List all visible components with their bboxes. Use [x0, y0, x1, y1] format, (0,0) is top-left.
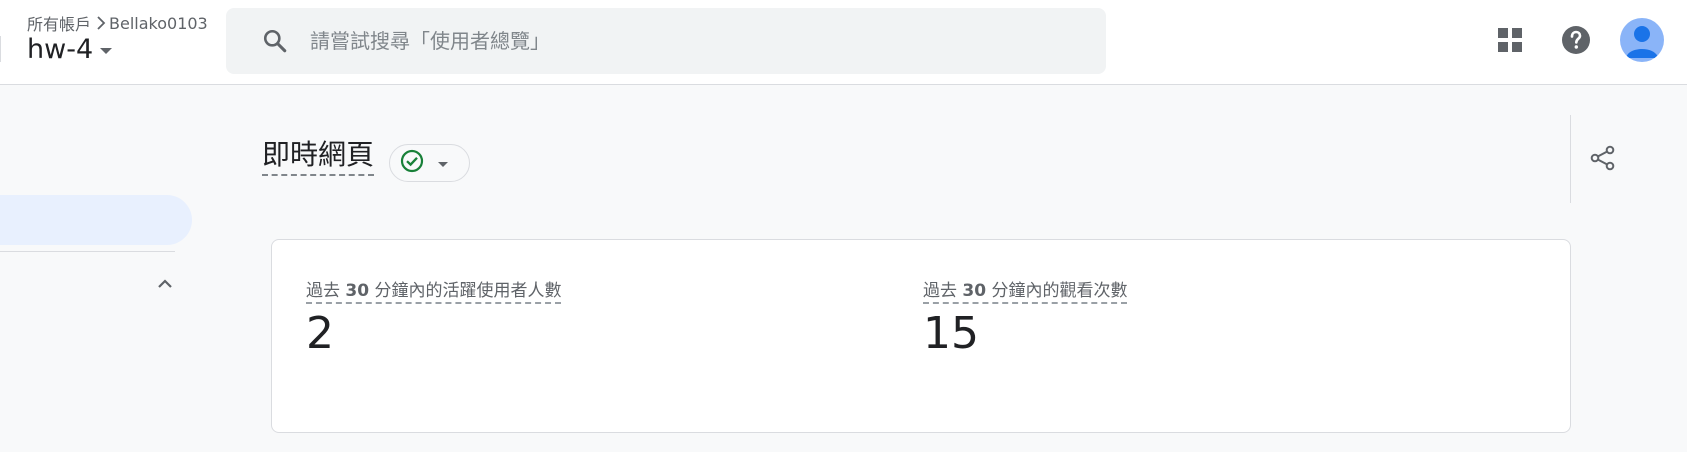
breadcrumb[interactable]: 所有帳戶 Bellako0103 [27, 11, 208, 35]
property-name: hw-4 [27, 34, 94, 65]
views-label[interactable]: 過去 30 分鐘內的觀看次數 [923, 276, 1128, 304]
page-title[interactable]: 即時網頁 [262, 139, 375, 176]
dropdown-caret-icon [100, 47, 113, 54]
views-value: 15 [923, 308, 979, 359]
apps-grid-icon[interactable] [1495, 25, 1525, 55]
breadcrumb-all-accounts[interactable]: 所有帳戶 [27, 11, 91, 35]
right-divider [1570, 115, 1571, 203]
property-selector[interactable]: hw-4 [27, 34, 113, 65]
share-icon[interactable] [1587, 142, 1619, 174]
top-app-bar: 所有帳戶 Bellako0103 hw-4 [0, 0, 1687, 85]
breadcrumb-account[interactable]: Bellako0103 [109, 14, 208, 33]
nav-item-active[interactable] [0, 195, 192, 245]
data-status-chip[interactable] [389, 144, 470, 182]
help-icon[interactable] [1561, 25, 1591, 55]
left-edge-divider [0, 36, 1, 62]
nav-divider [0, 251, 175, 252]
active-users-value: 2 [306, 308, 334, 359]
chevron-up-icon[interactable] [155, 274, 175, 294]
account-avatar[interactable] [1620, 18, 1664, 62]
active-users-metric: 過去 30 分鐘內的活躍使用者人數 2 [306, 276, 562, 359]
realtime-metrics-card: 過去 30 分鐘內的活躍使用者人數 2 過去 30 分鐘內的觀看次數 15 [271, 239, 1571, 433]
chevron-right-icon [96, 16, 106, 30]
active-users-label[interactable]: 過去 30 分鐘內的活躍使用者人數 [306, 276, 562, 304]
search-bar[interactable] [226, 8, 1106, 74]
check-circle-icon [400, 149, 424, 177]
views-metric: 過去 30 分鐘內的觀看次數 15 [923, 276, 1128, 359]
search-input[interactable] [310, 29, 1070, 53]
chevron-down-icon [438, 161, 448, 167]
search-icon [262, 28, 288, 54]
